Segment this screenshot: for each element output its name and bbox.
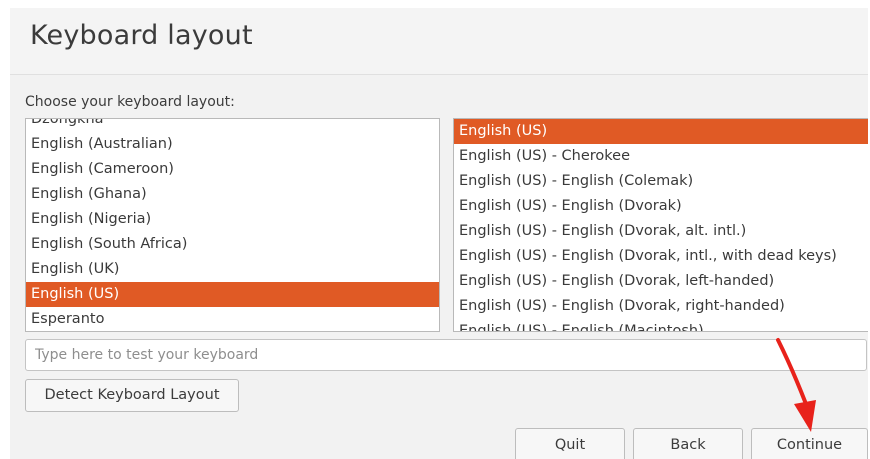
- layout-list-item[interactable]: English (Ghana): [26, 182, 439, 207]
- title-bar: Keyboard layout: [10, 8, 868, 75]
- layout-list-item[interactable]: Dzongkha: [26, 119, 439, 132]
- keyboard-layout-dialog: Keyboard layout Choose your keyboard lay…: [10, 8, 868, 459]
- layout-list-item[interactable]: English (South Africa): [26, 232, 439, 257]
- layout-list-item-selected[interactable]: English (US): [26, 282, 439, 307]
- variant-list-item[interactable]: English (US) - English (Dvorak, right-ha…: [454, 294, 868, 319]
- layout-list-item[interactable]: English (Australian): [26, 132, 439, 157]
- variant-list[interactable]: English (US) English (US) - Cherokee Eng…: [453, 118, 868, 332]
- annotation-arrow-icon: [776, 338, 816, 432]
- variant-list-item[interactable]: English (US) - English (Colemak): [454, 169, 868, 194]
- variant-list-item[interactable]: English (US) - English (Dvorak, intl., w…: [454, 244, 868, 269]
- layout-list-item[interactable]: English (UK): [26, 257, 439, 282]
- back-button[interactable]: Back: [633, 428, 743, 459]
- page-title: Keyboard layout: [30, 20, 253, 51]
- variant-list-item-selected[interactable]: English (US): [454, 119, 868, 144]
- variant-list-item[interactable]: English (US) - English (Dvorak): [454, 194, 868, 219]
- variant-list-item[interactable]: English (US) - English (Dvorak, alt. int…: [454, 219, 868, 244]
- layout-list-item[interactable]: English (Cameroon): [26, 157, 439, 182]
- layout-prompt-label: Choose your keyboard layout:: [25, 94, 235, 110]
- variant-list-item[interactable]: English (US) - English (Dvorak, left-han…: [454, 269, 868, 294]
- keyboard-test-input[interactable]: [25, 339, 867, 371]
- layout-list-item[interactable]: Esperanto: [26, 307, 439, 331]
- quit-button[interactable]: Quit: [515, 428, 625, 459]
- variant-list-item[interactable]: English (US) - Cherokee: [454, 144, 868, 169]
- detect-keyboard-layout-button[interactable]: Detect Keyboard Layout: [25, 379, 239, 412]
- layout-list[interactable]: Dzongkha English (Australian) English (C…: [25, 118, 440, 332]
- layout-list-item[interactable]: English (Nigeria): [26, 207, 439, 232]
- variant-list-item[interactable]: English (US) - English (Macintosh): [454, 319, 868, 331]
